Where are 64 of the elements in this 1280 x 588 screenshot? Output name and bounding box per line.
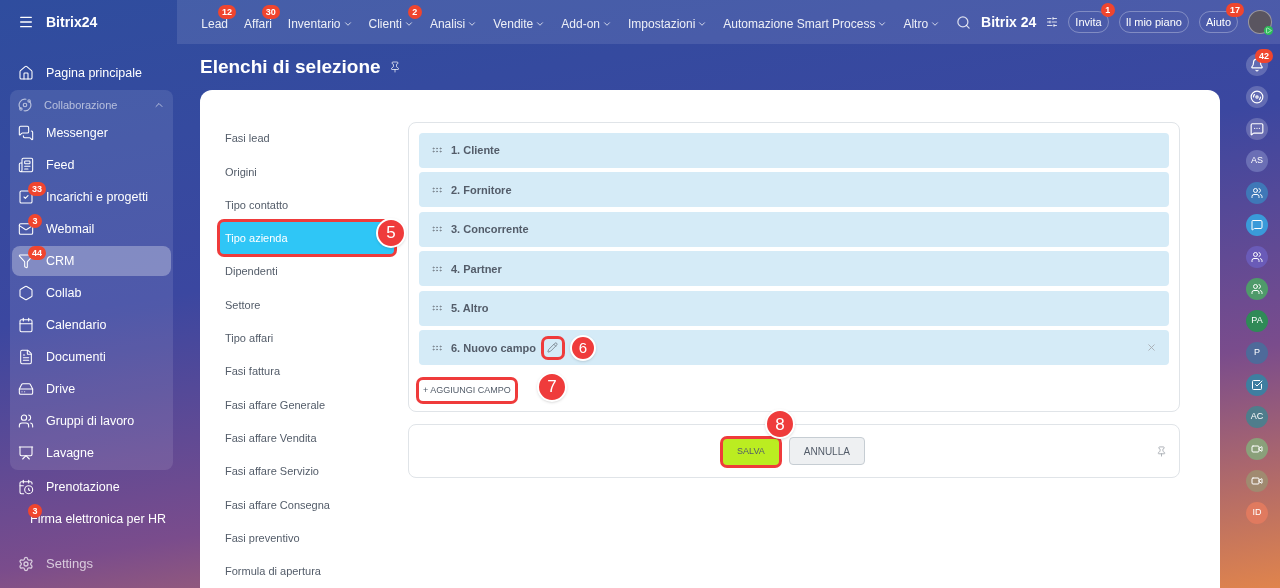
sidebar-item[interactable]: 33 Incarichi e progetti: [12, 182, 171, 212]
nav-item[interactable]: Vendite: [493, 15, 546, 33]
save-button[interactable]: SALVA: [723, 439, 779, 466]
sidebar-item[interactable]: Documenti: [12, 342, 171, 372]
field-row[interactable]: 3. Concorrente: [419, 211, 1169, 247]
group-header[interactable]: Collaborazione: [10, 92, 173, 118]
count-badge: 42: [1255, 49, 1273, 63]
sidebar-item[interactable]: Messenger: [12, 118, 171, 148]
nav-item[interactable]: Analisi: [429, 15, 478, 33]
count-badge: 44: [28, 246, 46, 260]
brand-logo: Bitrix 24: [981, 12, 1037, 32]
sidebar-item[interactable]: Prenotazione: [12, 472, 171, 502]
count-badge: 33: [28, 182, 46, 196]
step-number-marker: 5: [376, 217, 406, 248]
field-row[interactable]: 1. Cliente: [419, 132, 1169, 168]
count-badge: 1: [1100, 2, 1115, 17]
count-badge: 30: [261, 5, 280, 19]
list-tab[interactable]: Tipo contatto: [220, 189, 294, 222]
sidebar-item[interactable]: Pagina principale: [12, 58, 171, 88]
nav-item[interactable]: Automazione Smart Process: [723, 15, 888, 33]
list-tab[interactable]: Fasi affare Generale: [220, 388, 331, 421]
page-title: Elenchi di selezione: [200, 54, 381, 79]
count-badge: 17: [1226, 2, 1244, 17]
sidebar-item[interactable]: Gruppi di lavoro: [12, 406, 171, 436]
sidebar-item[interactable]: Collab: [12, 278, 171, 308]
list-tab[interactable]: Fasi affare Servizio: [220, 455, 324, 488]
nav-item[interactable]: Inventario: [287, 15, 353, 33]
avatar[interactable]: AS: [1246, 150, 1268, 172]
list-tab[interactable]: Origini: [220, 155, 262, 188]
cancel-button[interactable]: ANNULLA: [788, 437, 865, 466]
field-row[interactable]: 6. Nuovo campo 6: [419, 330, 1169, 366]
list-tab[interactable]: Fasi affare Consegna: [220, 488, 335, 521]
sidebar-item[interactable]: Calendario: [12, 310, 171, 340]
count-badge: 12: [218, 5, 236, 19]
settings-item[interactable]: Settings: [0, 554, 183, 574]
avatar[interactable]: P: [1246, 342, 1268, 364]
nav-item[interactable]: Impostazioni: [628, 15, 708, 33]
list-tab[interactable]: Dipendenti: [220, 255, 283, 288]
nav-item[interactable]: Add-on: [561, 15, 612, 33]
field-row[interactable]: 5. Altro: [419, 290, 1169, 326]
field-row[interactable]: 2. Fornitore: [419, 172, 1169, 208]
list-tab[interactable]: Formula di apertura: [220, 555, 326, 588]
list-tab[interactable]: Fasi affare Vendita: [220, 422, 322, 455]
add-field-button[interactable]: + AGGIUNGI CAMPO: [419, 379, 515, 402]
list-tab[interactable]: Fasi fattura: [220, 355, 286, 388]
list-tab[interactable]: Tipo affari: [220, 322, 279, 355]
list-tab[interactable]: Settore: [220, 288, 266, 321]
nav-item[interactable]: Altro: [903, 15, 941, 33]
avatar[interactable]: AC: [1246, 406, 1268, 428]
sidebar-item[interactable]: 3 Webmail: [12, 214, 171, 244]
sidebar-item[interactable]: Drive: [12, 374, 171, 404]
avatar[interactable]: PA: [1246, 310, 1268, 332]
step-number-marker: 6: [569, 334, 596, 361]
count-badge: 3: [28, 214, 42, 228]
sidebar-item[interactable]: Feed: [12, 150, 171, 180]
list-tab[interactable]: Fasi preventivo: [220, 522, 305, 555]
sidebar-item[interactable]: 44 CRM: [12, 246, 171, 276]
logo[interactable]: Bitrix24: [46, 11, 98, 33]
step-number-marker: 8: [765, 409, 796, 440]
field-row[interactable]: 4. Partner: [419, 251, 1169, 287]
list-tab[interactable]: Fasi lead: [220, 122, 275, 155]
count-badge: 2: [407, 5, 422, 19]
sidebar-item[interactable]: Lavagne: [12, 438, 171, 468]
step-number-marker: 7: [537, 371, 567, 402]
